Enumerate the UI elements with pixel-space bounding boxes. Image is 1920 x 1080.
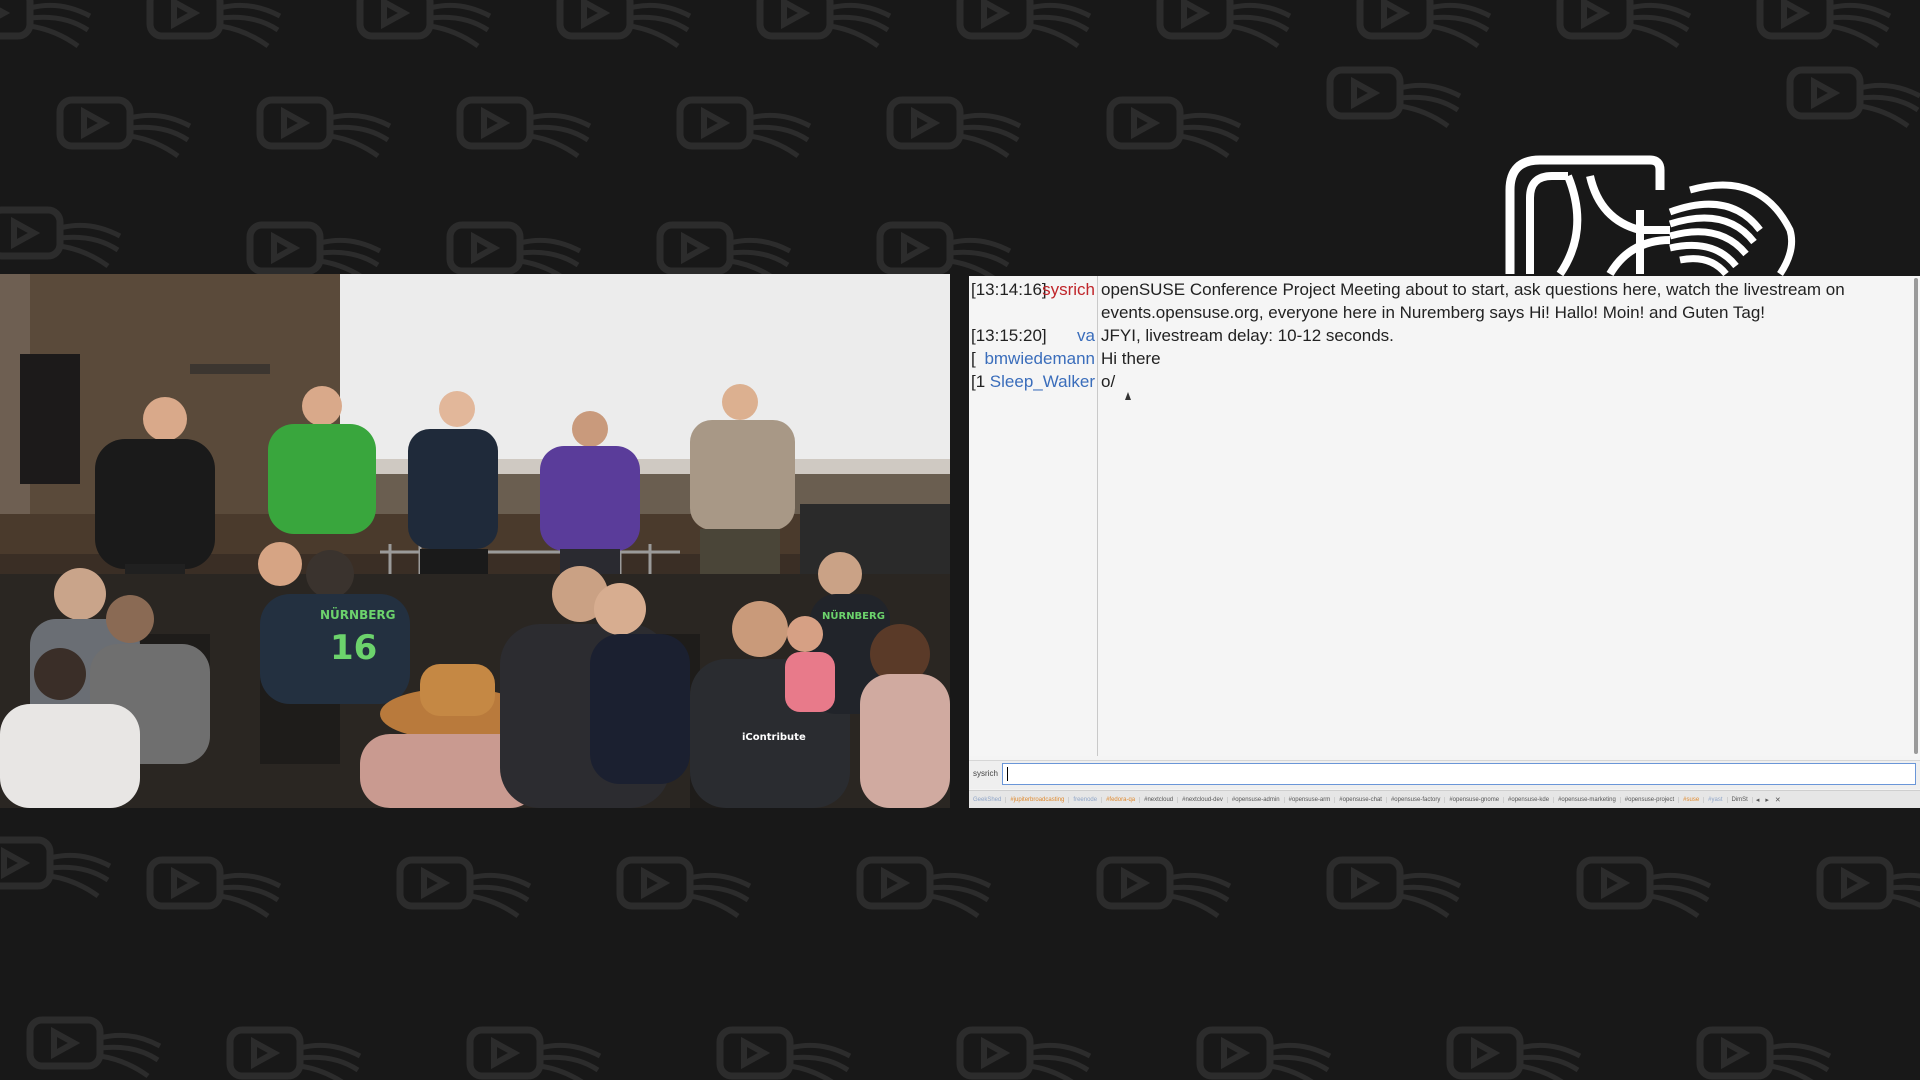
message-text: o/: [1101, 372, 1116, 391]
message-nick[interactable]: sysrich: [971, 278, 1095, 301]
tab-opensuse-chat[interactable]: #opensuse-chat: [1335, 797, 1387, 803]
tab-opensuse-gnome[interactable]: #opensuse-gnome: [1445, 797, 1505, 803]
opensuse-conference-logo-icon: [1490, 150, 1810, 280]
message-text: JFYI, livestream delay: 10-12 seconds.: [1101, 326, 1394, 345]
shirt-text-3: NÜRNBERG: [822, 608, 885, 622]
shirt-text-2: iContribute: [742, 732, 806, 743]
message-nick[interactable]: bmwiedemann: [971, 347, 1095, 370]
message-input[interactable]: [1002, 763, 1916, 785]
tab-nextcloud-dev[interactable]: #nextcloud-dev: [1178, 797, 1228, 803]
input-nick-label[interactable]: sysrich: [973, 769, 998, 778]
tab-fedora-qa[interactable]: #fedora-qa: [1102, 797, 1141, 803]
chat-log: [13:14:16] sysrich openSUSE Conference P…: [969, 276, 1920, 756]
shirt-number: 16: [330, 628, 377, 668]
camera-video-feed: NÜRNBERG 16 iContribute NÜRNBERG: [0, 274, 950, 808]
mouse-cursor-icon: [1125, 392, 1131, 400]
tab-opensuse-project[interactable]: #opensuse-project: [1621, 797, 1680, 803]
text-caret: [1007, 767, 1008, 781]
tab-jupiterbroadcasting[interactable]: #jupiterbroadcasting: [1006, 797, 1070, 803]
tab-yast[interactable]: #yast: [1704, 797, 1728, 803]
tab-nextcloud[interactable]: #nextcloud: [1140, 797, 1179, 803]
message-input-row: sysrich: [969, 760, 1920, 789]
channel-tab-bar: GeekShed #jupiterbroadcasting freenode #…: [969, 790, 1920, 808]
tab-opensuse-arm[interactable]: #opensuse-arm: [1285, 797, 1336, 803]
message-nick[interactable]: va: [971, 324, 1095, 347]
tab-suse[interactable]: #suse: [1679, 797, 1705, 803]
tab-next-icon[interactable]: ▸: [1762, 796, 1772, 804]
tab-opensuse-kde[interactable]: #opensuse-kde: [1504, 797, 1555, 803]
tab-opensuse-marketing[interactable]: #opensuse-marketing: [1554, 797, 1621, 803]
shirt-text-1: NÜRNBERG: [320, 607, 396, 622]
message-nick[interactable]: Sleep_Walker: [971, 370, 1095, 393]
tab-opensuse-factory[interactable]: #opensuse-factory: [1387, 797, 1446, 803]
tab-geekshed[interactable]: GeekShed: [969, 797, 1007, 803]
message-text: openSUSE Conference Project Meeting abou…: [1101, 280, 1845, 322]
tab-opensuse-admin[interactable]: #opensuse-admin: [1228, 797, 1285, 803]
tab-dimst[interactable]: DimSt: [1728, 797, 1753, 803]
chat-scrollbar[interactable]: [1914, 278, 1918, 754]
tab-freenode[interactable]: freenode: [1069, 797, 1103, 803]
nick-column-divider: [1097, 276, 1098, 756]
irc-chat-window: [13:14:16] sysrich openSUSE Conference P…: [969, 276, 1920, 808]
tab-prev-icon[interactable]: ◂: [1753, 796, 1763, 804]
message-text: Hi there: [1101, 349, 1161, 368]
tab-close-icon[interactable]: ✕: [1772, 796, 1784, 804]
